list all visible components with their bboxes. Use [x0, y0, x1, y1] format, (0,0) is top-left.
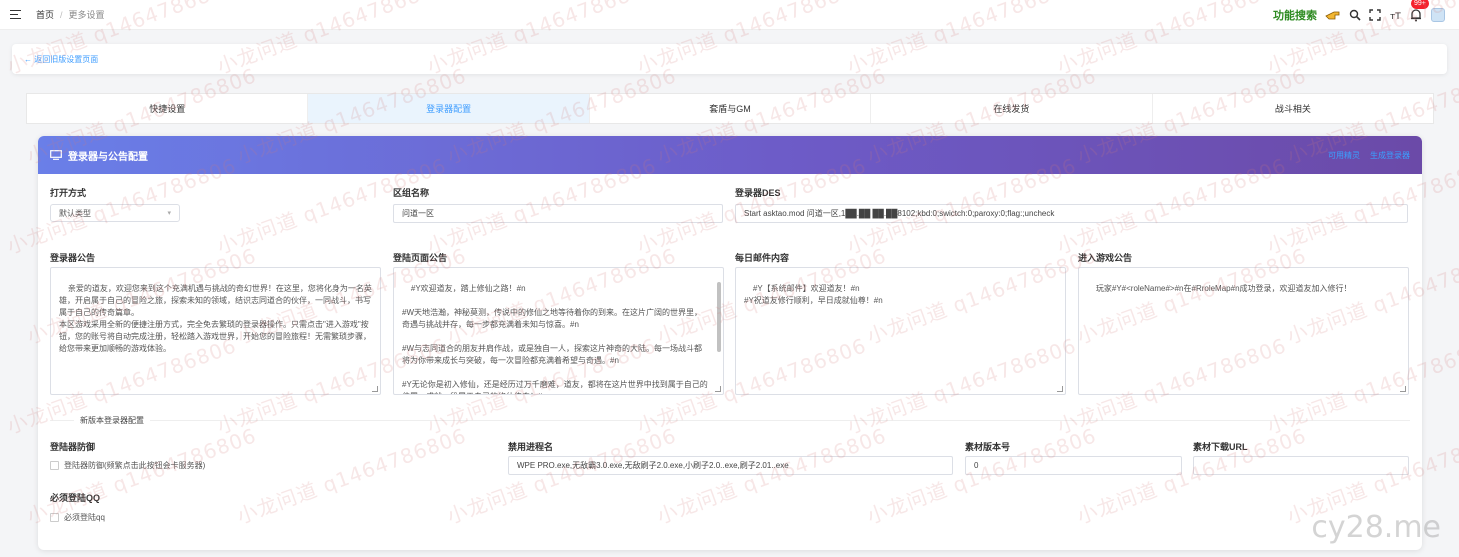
panel-header: 登录器与公告配置 可用精灵 生成登录器 — [38, 136, 1422, 174]
launcher-notice-text: 亲爱的道友，欢迎您来到这个充满机遇与挑战的奇幻世界！在这里，您将化身为一名英雄，… — [59, 284, 372, 353]
panel-header-actions: 可用精灵 生成登录器 — [1328, 150, 1410, 161]
pointing-hand-icon — [1325, 11, 1340, 20]
banned-process-label: 禁用进程名 — [508, 442, 554, 452]
must-login-qq-checkbox-label: 必须登陆qq — [64, 513, 105, 522]
tab-launcher-config[interactable]: 登录器配置 — [308, 94, 590, 123]
launcher-des-input[interactable]: Start asktao.mod 问道一区,1██.██ ██.██8102;k… — [735, 204, 1408, 223]
anti-defense-checkbox-label: 登陆器防御(频繁点击此按钮会卡服务器) — [64, 461, 206, 470]
must-login-qq-checkbox-row[interactable]: 必须登陆qq — [50, 512, 105, 523]
hamburger-menu-icon[interactable] — [10, 9, 22, 20]
notification-badge: 99+ — [1411, 0, 1429, 9]
scrollbar[interactable] — [717, 272, 721, 380]
banned-process-input[interactable]: WPE PRO.exe,无敌霸3.0.exe,无敌刷子2.0.exe,小刷子2.… — [508, 456, 953, 475]
asset-url-label: 素材下载URL — [1193, 442, 1248, 452]
search-icon[interactable] — [1349, 9, 1361, 21]
anti-defense-label: 登陆器防御 — [50, 442, 96, 452]
must-login-qq-checkbox[interactable] — [50, 513, 59, 522]
breadcrumb-separator: / — [60, 9, 63, 20]
anti-defense-checkbox-row[interactable]: 登陆器防御(频繁点击此按钮会卡服务器) — [50, 460, 205, 471]
available-sprites-link[interactable]: 可用精灵 — [1328, 150, 1360, 161]
zone-name-input[interactable]: 问道一区 — [393, 204, 723, 223]
monitor-icon — [50, 150, 62, 160]
launcher-des-label: 登录器DES — [735, 188, 781, 198]
asset-version-input[interactable]: 0 — [965, 456, 1182, 475]
resize-grip-icon[interactable] — [715, 386, 721, 392]
section-divider — [50, 420, 1410, 421]
daily-mail-label: 每日邮件内容 — [735, 253, 790, 263]
daily-mail-text: #Y【系统邮件】欢迎道友！#n #Y祝道友修行顺利，早日成就仙尊！#n — [744, 284, 883, 305]
top-navbar: 首页 / 更多设置 功能搜索 тT 99+ — [0, 0, 1459, 30]
tab-shield-gm[interactable]: 套盾与GM — [590, 94, 872, 123]
login-page-notice-label: 登陆页面公告 — [393, 253, 448, 263]
scrollbar-thumb[interactable] — [717, 282, 721, 352]
enter-game-notice-text: 玩家#Y#<roleName#>#n在#RroleMap#n成功登录，欢迎道友加… — [1095, 284, 1352, 293]
breadcrumb-home[interactable]: 首页 — [36, 8, 54, 21]
bell-icon — [1411, 9, 1421, 22]
open-mode-select[interactable]: 默认类型 ▾ — [50, 204, 180, 222]
tab-quick-settings[interactable]: 快捷设置 — [27, 94, 309, 123]
tab-online-delivery[interactable]: 在线发货 — [871, 94, 1153, 123]
site-watermark: cy28.me — [1311, 510, 1441, 545]
breadcrumb-current: 更多设置 — [68, 10, 105, 20]
enter-game-notice-label: 进入游戏公告 — [1078, 253, 1133, 263]
resize-grip-icon[interactable] — [1057, 386, 1063, 392]
back-card: ← 返回旧版设置页面 — [12, 44, 1447, 74]
login-page-notice-text: #Y欢迎道友，踏上修仙之路！#n #W天地浩瀚，神秘莫测，传说中的修仙之地等待着… — [402, 284, 708, 394]
fullscreen-icon[interactable] — [1369, 9, 1381, 21]
new-launcher-section-title: 新版本登录器配置 — [74, 415, 150, 426]
must-login-qq-label: 必须登陆QQ — [50, 493, 101, 503]
topbar-actions: 功能搜索 тT 99+ — [1273, 0, 1445, 30]
asset-version-label: 素材版本号 — [965, 442, 1011, 452]
launcher-notice-label: 登录器公告 — [50, 253, 96, 263]
open-mode-value: 默认类型 — [59, 208, 91, 218]
asset-url-input[interactable] — [1193, 456, 1409, 475]
notification-bell[interactable]: 99+ — [1409, 0, 1429, 22]
avatar[interactable] — [1431, 8, 1445, 22]
svg-text:тT: тT — [1390, 12, 1401, 21]
resize-grip-icon[interactable] — [1400, 386, 1406, 392]
feature-search-button[interactable]: 功能搜索 — [1273, 7, 1317, 23]
enter-game-notice-textarea[interactable]: 玩家#Y#<roleName#>#n在#RroleMap#n成功登录，欢迎道友加… — [1078, 267, 1409, 395]
launcher-notice-panel: 登录器与公告配置 可用精灵 生成登录器 打开方式 默认类型 ▾ 区组名称 问道一… — [38, 136, 1422, 550]
zone-name-label: 区组名称 — [393, 188, 430, 198]
font-size-icon[interactable]: тT — [1389, 9, 1401, 21]
resize-grip-icon[interactable] — [372, 386, 378, 392]
anti-defense-checkbox[interactable] — [50, 461, 59, 470]
tab-battle[interactable]: 战斗相关 — [1153, 94, 1433, 123]
generate-launcher-link[interactable]: 生成登录器 — [1370, 150, 1410, 161]
chevron-down-icon: ▾ — [167, 210, 171, 217]
open-mode-label: 打开方式 — [50, 188, 87, 198]
settings-tabs: 快捷设置 登录器配置 套盾与GM 在线发货 战斗相关 — [26, 93, 1434, 124]
launcher-notice-textarea[interactable]: 亲爱的道友，欢迎您来到这个充满机遇与挑战的奇幻世界！在这里，您将化身为一名英雄，… — [50, 267, 381, 395]
panel-title: 登录器与公告配置 — [68, 151, 148, 163]
breadcrumb: 首页 / 更多设置 — [36, 8, 105, 21]
login-page-notice-textarea[interactable]: #Y欢迎道友，踏上修仙之路！#n #W天地浩瀚，神秘莫测，传说中的修仙之地等待着… — [393, 267, 724, 395]
daily-mail-textarea[interactable]: #Y【系统邮件】欢迎道友！#n #Y祝道友修行顺利，早日成就仙尊！#n — [735, 267, 1066, 395]
back-to-old-settings-link[interactable]: ← 返回旧版设置页面 — [24, 54, 98, 65]
